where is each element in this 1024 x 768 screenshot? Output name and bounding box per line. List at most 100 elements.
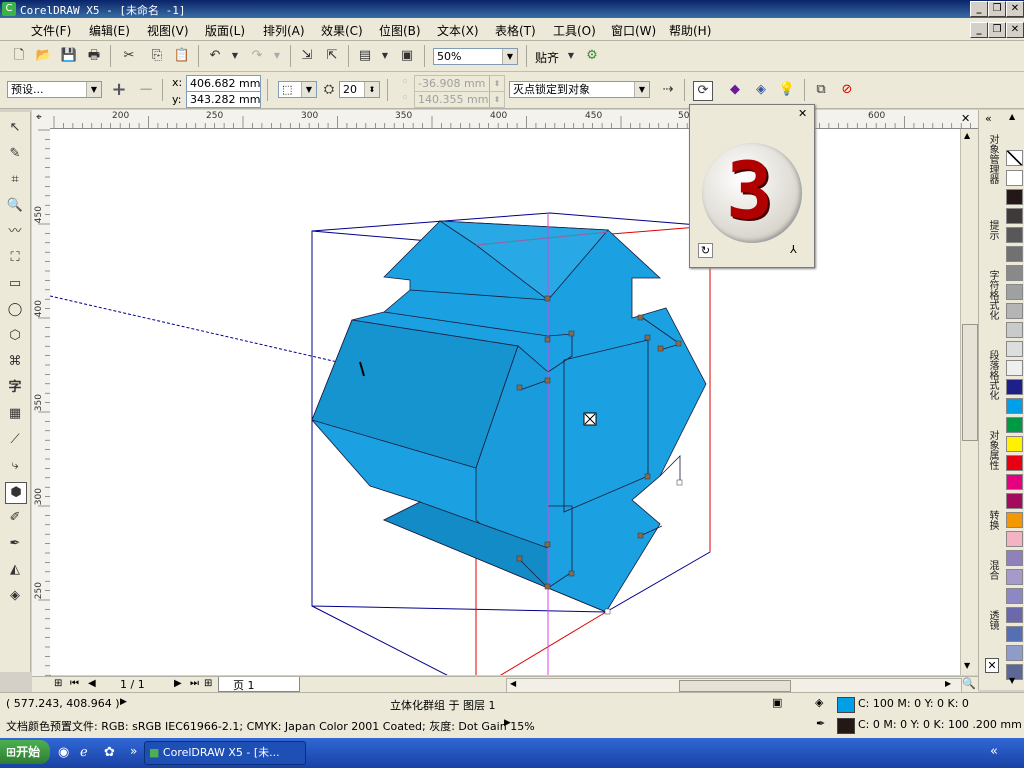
vertical-scrollbar[interactable]: ▲ ▼ [960,129,978,675]
palette-swatch[interactable] [1006,246,1023,262]
close-button[interactable]: ✕ [1006,1,1024,17]
crop-tool-icon[interactable]: ⌗ [5,170,25,190]
freehand-tool-icon[interactable]: 〰 [5,222,25,242]
menu-view[interactable]: 视图(V) [147,22,189,39]
coreldraw-app-icon[interactable]: C [2,2,16,16]
palette-swatch[interactable] [1006,588,1023,604]
extruded-shape[interactable] [311,220,707,613]
tray-expand-icon[interactable]: « [990,744,998,759]
next-page-icon[interactable]: ▶ [174,678,182,689]
palette-swatch[interactable] [1006,341,1023,357]
import-icon[interactable]: ⇲ [298,47,316,65]
remove-preset-icon[interactable]: − [137,81,155,99]
save-icon[interactable]: 💾 [60,47,78,65]
smart-fill-tool-icon[interactable]: ⛶ [5,248,25,268]
palette-swatch[interactable] [1006,569,1023,585]
palette-swatch[interactable] [1006,550,1023,566]
redo-icon[interactable]: ↷ [248,47,266,65]
menu-window[interactable]: 窗口(W) [611,22,656,39]
print-icon[interactable]: 🖶 [85,47,103,65]
start-button[interactable]: ⊞开始 [0,740,50,764]
extrusion-lighting-icon[interactable]: 💡 [778,81,796,99]
rotation-sphere[interactable]: 3 [702,143,802,243]
depth-input[interactable]: 20 ⬍ [339,81,380,98]
doc-restore-button[interactable]: ❐ [988,22,1006,38]
horizontal-ruler[interactable]: 200 250 300 350 400 450 500 600 [50,110,978,129]
spinner-icon[interactable]: ⬍ [489,92,504,107]
menu-text[interactable]: 文本(X) [437,22,479,39]
eyedropper-tool-icon[interactable]: ✐ [5,508,25,528]
status-expand-icon[interactable]: ▶ [120,697,127,707]
chevron-down-icon[interactable]: ▼ [86,82,101,97]
vertical-scroll-thumb[interactable] [962,324,978,441]
palette-swatch[interactable] [1006,474,1023,490]
pick-tool-icon[interactable]: ↖ [5,118,25,138]
launcher-dropdown-icon[interactable]: ▼ [376,47,394,65]
rectangle-tool-icon[interactable]: ▭ [5,274,25,294]
restore-button[interactable]: ❐ [988,1,1006,17]
chevron-down-icon[interactable]: ▼ [634,82,649,97]
add-page-after-icon[interactable]: ⊞ [204,678,212,689]
cut-icon[interactable]: ✂ [120,47,138,65]
no-color-swatch[interactable] [1006,150,1023,166]
extrusion-type-select[interactable]: ⬚ ▼ [278,81,317,98]
menu-file[interactable]: 文件(F) [31,22,71,39]
palette-scroll-down-icon[interactable]: ▼ [1009,676,1015,685]
palette-swatch[interactable] [1006,607,1023,623]
open-icon[interactable]: 📂 [35,47,53,65]
text-tool-icon[interactable]: 字 [5,378,25,398]
first-page-icon[interactable]: ⏮ [70,678,79,689]
docker-transform[interactable]: 转换 [982,510,1000,530]
previous-page-icon[interactable]: ◀ [88,678,96,689]
palette-swatch[interactable] [1006,322,1023,338]
palette-swatch[interactable] [1006,303,1023,319]
chevron-down-icon[interactable]: ▼ [301,82,316,97]
spinner-icon[interactable]: ⬍ [364,82,379,97]
extrude-tool-icon[interactable]: ⬢ [5,482,27,504]
collapse-dockers-icon[interactable]: « [985,112,992,125]
menu-help[interactable]: 帮助(H) [669,22,711,39]
application-launcher-icon[interactable]: ▤ [356,47,374,65]
palette-swatch[interactable] [1006,208,1023,224]
interactive-fill-tool-icon[interactable]: ◈ [5,586,25,606]
palette-swatch[interactable] [1006,360,1023,376]
page-tab[interactable]: 页 1 [218,677,300,692]
ellipse-tool-icon[interactable]: ◯ [5,300,25,320]
vanishing-point-y-input[interactable]: 140.355 mm ⬍ [414,91,505,108]
menu-bitmaps[interactable]: 位图(B) [379,22,421,39]
extrude-rotation-icon[interactable]: ⟳ [693,81,713,101]
copy-icon[interactable]: ⎘ [148,47,166,65]
export-icon[interactable]: ⇱ [323,47,341,65]
doc-close-button[interactable]: ✕ [1006,22,1024,38]
docker-blend[interactable]: 混合 [982,560,1000,580]
snap-to-button[interactable]: 贴齐 [535,49,559,66]
menu-layout[interactable]: 版面(L) [205,22,245,39]
outline-color-swatch[interactable] [837,718,855,734]
redo-dropdown-icon[interactable]: ▼ [268,47,286,65]
last-page-icon[interactable]: ⏭ [190,678,199,689]
palette-swatch[interactable] [1006,531,1023,547]
zoom-level-select[interactable]: 50% ▼ [433,48,518,65]
docker-object-properties[interactable]: 对象属性 [982,430,1000,470]
scroll-left-icon[interactable]: ◀ [510,679,516,688]
reset-rotation-icon[interactable]: ↻ [698,243,713,258]
doc-minimize-button[interactable]: _ [970,22,988,38]
preset-select[interactable]: 预设... ▼ [7,81,102,98]
docker-lens[interactable]: 透镜 [982,610,1000,630]
docker-paragraph-format[interactable]: 段落格式化 [982,350,1000,400]
snap-dropdown-icon[interactable]: ▼ [562,47,580,65]
fill-tool-icon[interactable]: ◭ [5,560,25,580]
undo-icon[interactable]: ↶ [206,47,224,65]
docker-close-icon[interactable]: ✕ [961,112,970,125]
zoom-tool-icon[interactable]: 🔍 [5,196,25,216]
palette-swatch[interactable] [1006,493,1023,509]
horizontal-scrollbar[interactable]: ◀ ▶ [506,678,962,693]
taskbar-coreldraw-button[interactable]: ■ CorelDRAW X5 - [未... [144,741,306,765]
palette-swatch[interactable] [1006,379,1023,395]
vanishing-point-x-input[interactable]: -36.908 mm ⬍ [414,75,505,92]
extrusion-bevel-icon[interactable]: ◈ [752,81,770,99]
y-position-input[interactable]: 343.282 mm [186,91,261,108]
basic-shapes-tool-icon[interactable]: ⌘ [5,352,25,372]
menu-tools[interactable]: 工具(O) [553,22,596,39]
document-color-profile[interactable]: 文档颜色预置文件: RGB: sRGB IEC61966-2.1; CMYK: … [6,718,535,734]
